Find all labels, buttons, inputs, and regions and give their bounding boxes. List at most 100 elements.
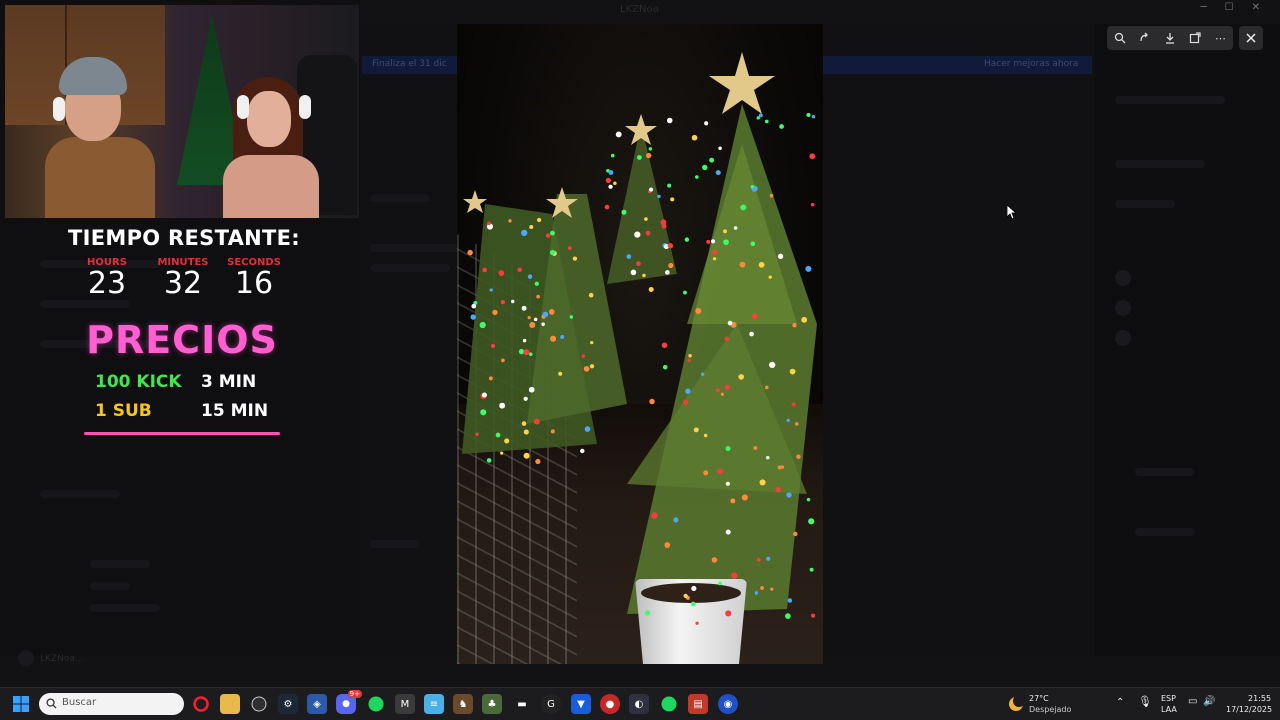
weather-desc[interactable]: Despejado (1029, 705, 1071, 715)
light-bulb (608, 184, 613, 189)
light-bulb (725, 610, 732, 617)
light-bulb (712, 257, 717, 261)
light-bulb (521, 305, 527, 311)
light-bulb (682, 399, 689, 406)
light-bulb (759, 479, 766, 486)
game-icon[interactable]: ♞ (453, 694, 473, 714)
light-bulb (533, 418, 540, 425)
light-bulb (492, 309, 498, 316)
timer-minutes-value: 32 (163, 266, 203, 301)
light-bulb (673, 517, 679, 523)
light-bulb (691, 585, 697, 592)
app-blue-icon[interactable]: ◉ (718, 694, 738, 714)
light-bulb (749, 331, 754, 337)
light-bulb (786, 492, 792, 498)
network-icon[interactable]: ▭ (1188, 697, 1197, 707)
price-time-kick: 3 MIN (201, 372, 257, 392)
light-bulb (533, 317, 538, 322)
light-bulb (711, 557, 718, 563)
light-bulb (668, 262, 674, 269)
notepad-icon[interactable]: ≡ (424, 694, 444, 714)
light-bulb (667, 243, 674, 249)
light-bulb (684, 237, 690, 242)
maximize-icon[interactable]: ☐ (1225, 2, 1234, 13)
sidebar-user: LKZNoa... (40, 654, 84, 664)
file-explorer-icon[interactable] (220, 694, 240, 714)
light-bulb (482, 267, 488, 273)
app-dark-icon[interactable]: ◐ (629, 694, 649, 714)
light-bulb (488, 376, 493, 381)
minimize-icon[interactable]: ─ (1201, 2, 1207, 13)
light-bulb (521, 421, 527, 426)
discord-icon[interactable]: ● 9+ (336, 690, 362, 714)
steam-icon[interactable]: ⚙ (278, 694, 298, 714)
spotify-icon[interactable] (366, 694, 386, 714)
light-bulb (481, 392, 487, 398)
zoom-in-icon[interactable] (1112, 30, 1128, 46)
webcam-feed (5, 5, 359, 218)
app-shield-icon[interactable]: ◈ (307, 694, 327, 714)
light-bulb (648, 147, 653, 151)
light-bulb (731, 572, 738, 579)
light-bulb (467, 249, 473, 256)
weather-temp[interactable]: 27°C (1029, 694, 1049, 704)
light-bulb (649, 187, 654, 192)
app-g-icon[interactable]: G (541, 694, 561, 714)
light-bulb (739, 261, 746, 268)
windows-start-icon[interactable] (11, 694, 31, 714)
close-viewer-button[interactable] (1239, 26, 1263, 50)
light-bulb (766, 455, 770, 460)
light-bulb (769, 361, 776, 369)
light-bulb (750, 185, 754, 189)
rotate-icon[interactable] (1137, 30, 1153, 46)
light-bulb (720, 392, 724, 396)
light-bulb (610, 153, 615, 158)
timer-seconds-value: 16 (234, 266, 274, 301)
app-news-icon[interactable]: ▤ (688, 694, 708, 714)
light-bulb (549, 249, 556, 256)
light-bulb (499, 402, 506, 409)
chevron-up-icon[interactable]: ⌃ (1116, 698, 1124, 708)
light-bulb (808, 518, 815, 525)
more-icon[interactable]: ⋯ (1212, 30, 1228, 46)
app-red-icon[interactable]: ● (600, 694, 620, 714)
opera-icon[interactable] (191, 694, 211, 714)
clock-time[interactable]: 21:55 (1248, 694, 1271, 704)
spotify-icon-2[interactable] (659, 694, 679, 714)
light-bulb (529, 321, 536, 329)
clock-date[interactable]: 17/12/2025 (1226, 705, 1272, 715)
light-bulb (809, 153, 816, 160)
light-bulb (690, 601, 696, 607)
light-bulb (560, 335, 565, 339)
light-bulb (475, 432, 479, 437)
car-icon[interactable]: ▬ (512, 694, 532, 714)
light-bulb (590, 340, 594, 345)
image-viewer[interactable] (457, 24, 823, 664)
download-icon[interactable] (1162, 30, 1178, 46)
price-item-kick: 100 KICK (95, 372, 182, 392)
light-bulb (470, 314, 476, 320)
light-bulb (534, 281, 539, 286)
moon-weather-icon[interactable] (1008, 696, 1024, 712)
language-secondary[interactable]: LAA (1161, 705, 1177, 715)
window-close-icon[interactable]: ✕ (1252, 2, 1260, 13)
timer-title: TIEMPO RESTANTE: (68, 226, 300, 250)
app-m-icon[interactable]: M (395, 694, 415, 714)
light-bulb (764, 119, 769, 124)
light-bulb (626, 254, 632, 259)
taskbar-search[interactable]: Buscar (39, 693, 184, 715)
language-primary[interactable]: ESP (1161, 694, 1176, 704)
volume-icon[interactable]: 🔊 (1203, 697, 1215, 707)
microphone-icon[interactable]: 🎙 (1138, 696, 1152, 707)
open-external-icon[interactable] (1187, 30, 1203, 46)
light-bulb (501, 358, 505, 363)
taskbar: Buscar ⚙ ◈ ● 9+ M ≡ ♞ ♣ ▬ G ▼ ● ◐ ▤ ◉ 27… (0, 687, 1280, 720)
light-bulb (529, 224, 534, 230)
light-bulb (793, 531, 798, 537)
obs-icon[interactable] (249, 694, 269, 714)
light-bulb (630, 269, 637, 276)
light-bulb (542, 311, 549, 318)
bitwarden-icon[interactable]: ▼ (571, 694, 591, 714)
light-bulb (701, 372, 705, 377)
game-icon-2[interactable]: ♣ (482, 694, 502, 714)
